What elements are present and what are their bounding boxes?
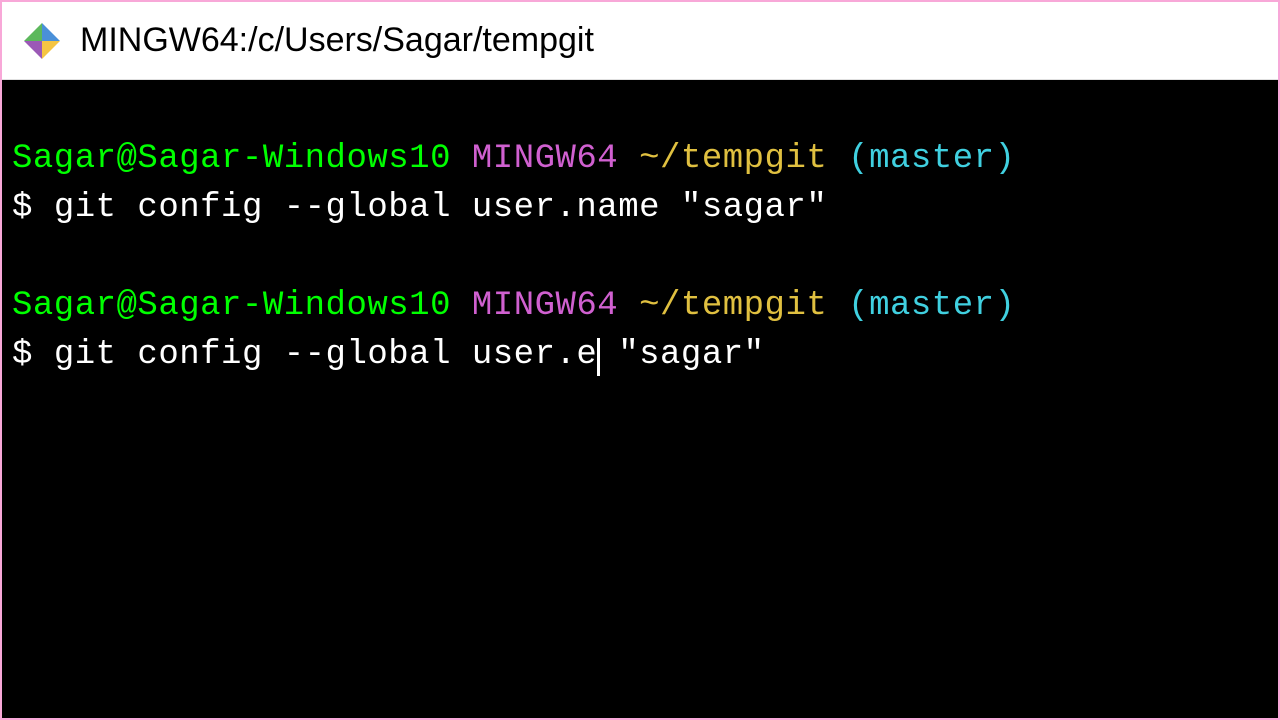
titlebar[interactable]: MINGW64:/c/Users/Sagar/tempgit: [2, 2, 1278, 80]
command-line: $ git config --global user.name "sagar": [12, 184, 1268, 233]
command-text-before: git config --global user.e: [54, 336, 598, 374]
terminal-block: Sagar@Sagar-Windows10 MINGW64 ~/tempgit …: [12, 282, 1268, 381]
terminal-body[interactable]: Sagar@Sagar-Windows10 MINGW64 ~/tempgit …: [2, 80, 1278, 718]
git-branch: (master): [848, 287, 1015, 325]
cwd-path: ~/tempgit: [639, 140, 827, 178]
env-label: MINGW64: [472, 287, 618, 325]
command-text-after: "sagar": [597, 336, 764, 374]
user-host: Sagar@Sagar-Windows10: [12, 140, 451, 178]
prompt-dollar: $: [12, 189, 33, 227]
prompt-dollar: $: [12, 336, 33, 374]
git-branch: (master): [848, 140, 1015, 178]
git-bash-icon: [22, 21, 62, 61]
prompt-line: Sagar@Sagar-Windows10 MINGW64 ~/tempgit …: [12, 282, 1268, 331]
command-text: git config --global user.name "sagar": [54, 189, 827, 227]
cwd-path: ~/tempgit: [639, 287, 827, 325]
terminal-window: MINGW64:/c/Users/Sagar/tempgit Sagar@Sag…: [0, 0, 1280, 720]
prompt-line: Sagar@Sagar-Windows10 MINGW64 ~/tempgit …: [12, 135, 1268, 184]
command-line[interactable]: $ git config --global user.e "sagar": [12, 331, 1268, 380]
window-title: MINGW64:/c/Users/Sagar/tempgit: [80, 21, 594, 60]
user-host: Sagar@Sagar-Windows10: [12, 287, 451, 325]
terminal-block: Sagar@Sagar-Windows10 MINGW64 ~/tempgit …: [12, 135, 1268, 234]
env-label: MINGW64: [472, 140, 618, 178]
